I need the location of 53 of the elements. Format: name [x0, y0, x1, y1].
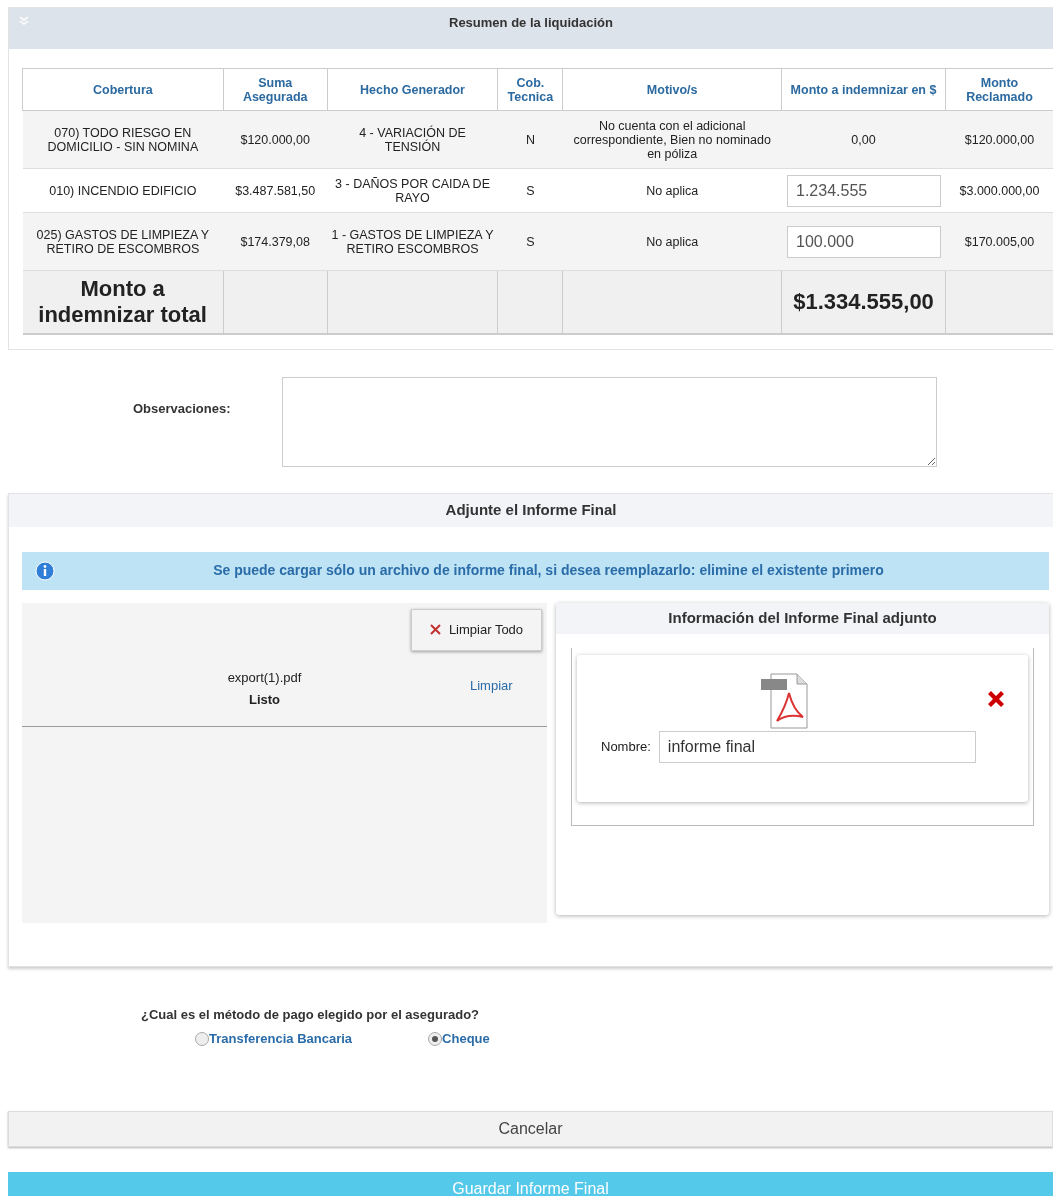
table-cell: 1 - GASTOS DE LIMPIEZA Y RETIRO ESCOMBROS: [327, 212, 498, 271]
column-header: Cob. Tecnica: [497, 68, 563, 111]
amount-field[interactable]: 100.000: [787, 225, 941, 258]
radio-button[interactable]: [195, 1031, 209, 1046]
column-header: Monto Reclamado: [945, 68, 1053, 111]
table-cell: 0,00: [851, 132, 876, 147]
table-cell: 025) GASTOS DE LIMPIEZA Y RETIRO DE ESCOMBROS: [22, 212, 224, 271]
column-header: Suma Asegurada: [223, 68, 328, 111]
name-field[interactable]: informe final: [658, 730, 976, 763]
card-title: Información del Informe Final adjunto: [668, 607, 937, 628]
table-cell: N: [497, 110, 563, 169]
file-name: export(1).pdf: [227, 668, 302, 687]
table-cell: 010) INCENDIO EDIFICIO: [22, 168, 224, 213]
table-cell: $3.000.000,00: [945, 168, 1053, 213]
file-status: Listo: [248, 691, 281, 709]
pdf-file-icon: [761, 672, 809, 729]
table-cell: 4 - VARIACIÓN DE TENSIÓN: [327, 110, 498, 169]
close-icon: [429, 624, 441, 635]
column-header: Motivo/s: [562, 68, 782, 111]
table-cell: $170.005,00: [945, 212, 1053, 271]
table-cell: 070) TODO RIESGO EN DOMICILIO - SIN NOMINA: [22, 110, 224, 169]
table-cell: No aplica: [562, 168, 782, 213]
total-value: $1.334.555,00: [781, 270, 946, 334]
column-header: Cobertura: [22, 68, 224, 111]
column-header: Monto a indemnizar en $: [781, 68, 946, 111]
table-cell: No aplica: [562, 212, 782, 271]
field-label: Observaciones:: [132, 399, 232, 418]
clear-link[interactable]: Limpiar: [470, 675, 513, 695]
observations-field[interactable]: [282, 376, 937, 467]
table-cell: $3.487.581,50: [223, 168, 328, 213]
column-header: Hecho Generador: [327, 68, 498, 111]
info-message: Se puede cargar sólo un archivo de informe final, si desea reemplazarlo: elimine el existente primero: [212, 561, 885, 580]
table-cell: No cuenta con el adicional correspondiente, Bien no nominado en póliza: [562, 110, 782, 169]
field-label: Nombre:: [601, 737, 651, 756]
radio-label[interactable]: Transferencia Bancaria: [209, 1029, 353, 1049]
table-cell: $120.000,00: [945, 110, 1053, 169]
table-cell: S: [497, 212, 563, 271]
double-chevron-icon[interactable]: [19, 16, 29, 26]
table-cell: 3 - DAÑOS POR CAIDA DE RAYO: [327, 168, 498, 213]
radio-button[interactable]: [428, 1031, 443, 1046]
table-cell: $120.000,00: [223, 110, 328, 169]
table-cell: $174.379,08: [223, 212, 328, 271]
panel-title: Resumen de la liquidación: [449, 13, 613, 32]
info-icon: [35, 560, 55, 581]
delete-icon[interactable]: [986, 688, 1006, 709]
clear-all-button[interactable]: Limpiar Todo: [411, 608, 542, 651]
radio-label[interactable]: Cheque: [442, 1029, 490, 1049]
section-title: Adjunte el Informe Final: [445, 499, 617, 520]
cancel-button[interactable]: Cancelar: [8, 1110, 1053, 1147]
payment-question: ¿Cual es el método de pago elegido por el asegurado?: [141, 1005, 481, 1024]
table-cell: S: [497, 168, 563, 213]
total-label: Monto a indemnizar total: [22, 270, 224, 334]
amount-field[interactable]: 1.234.555: [787, 174, 941, 207]
